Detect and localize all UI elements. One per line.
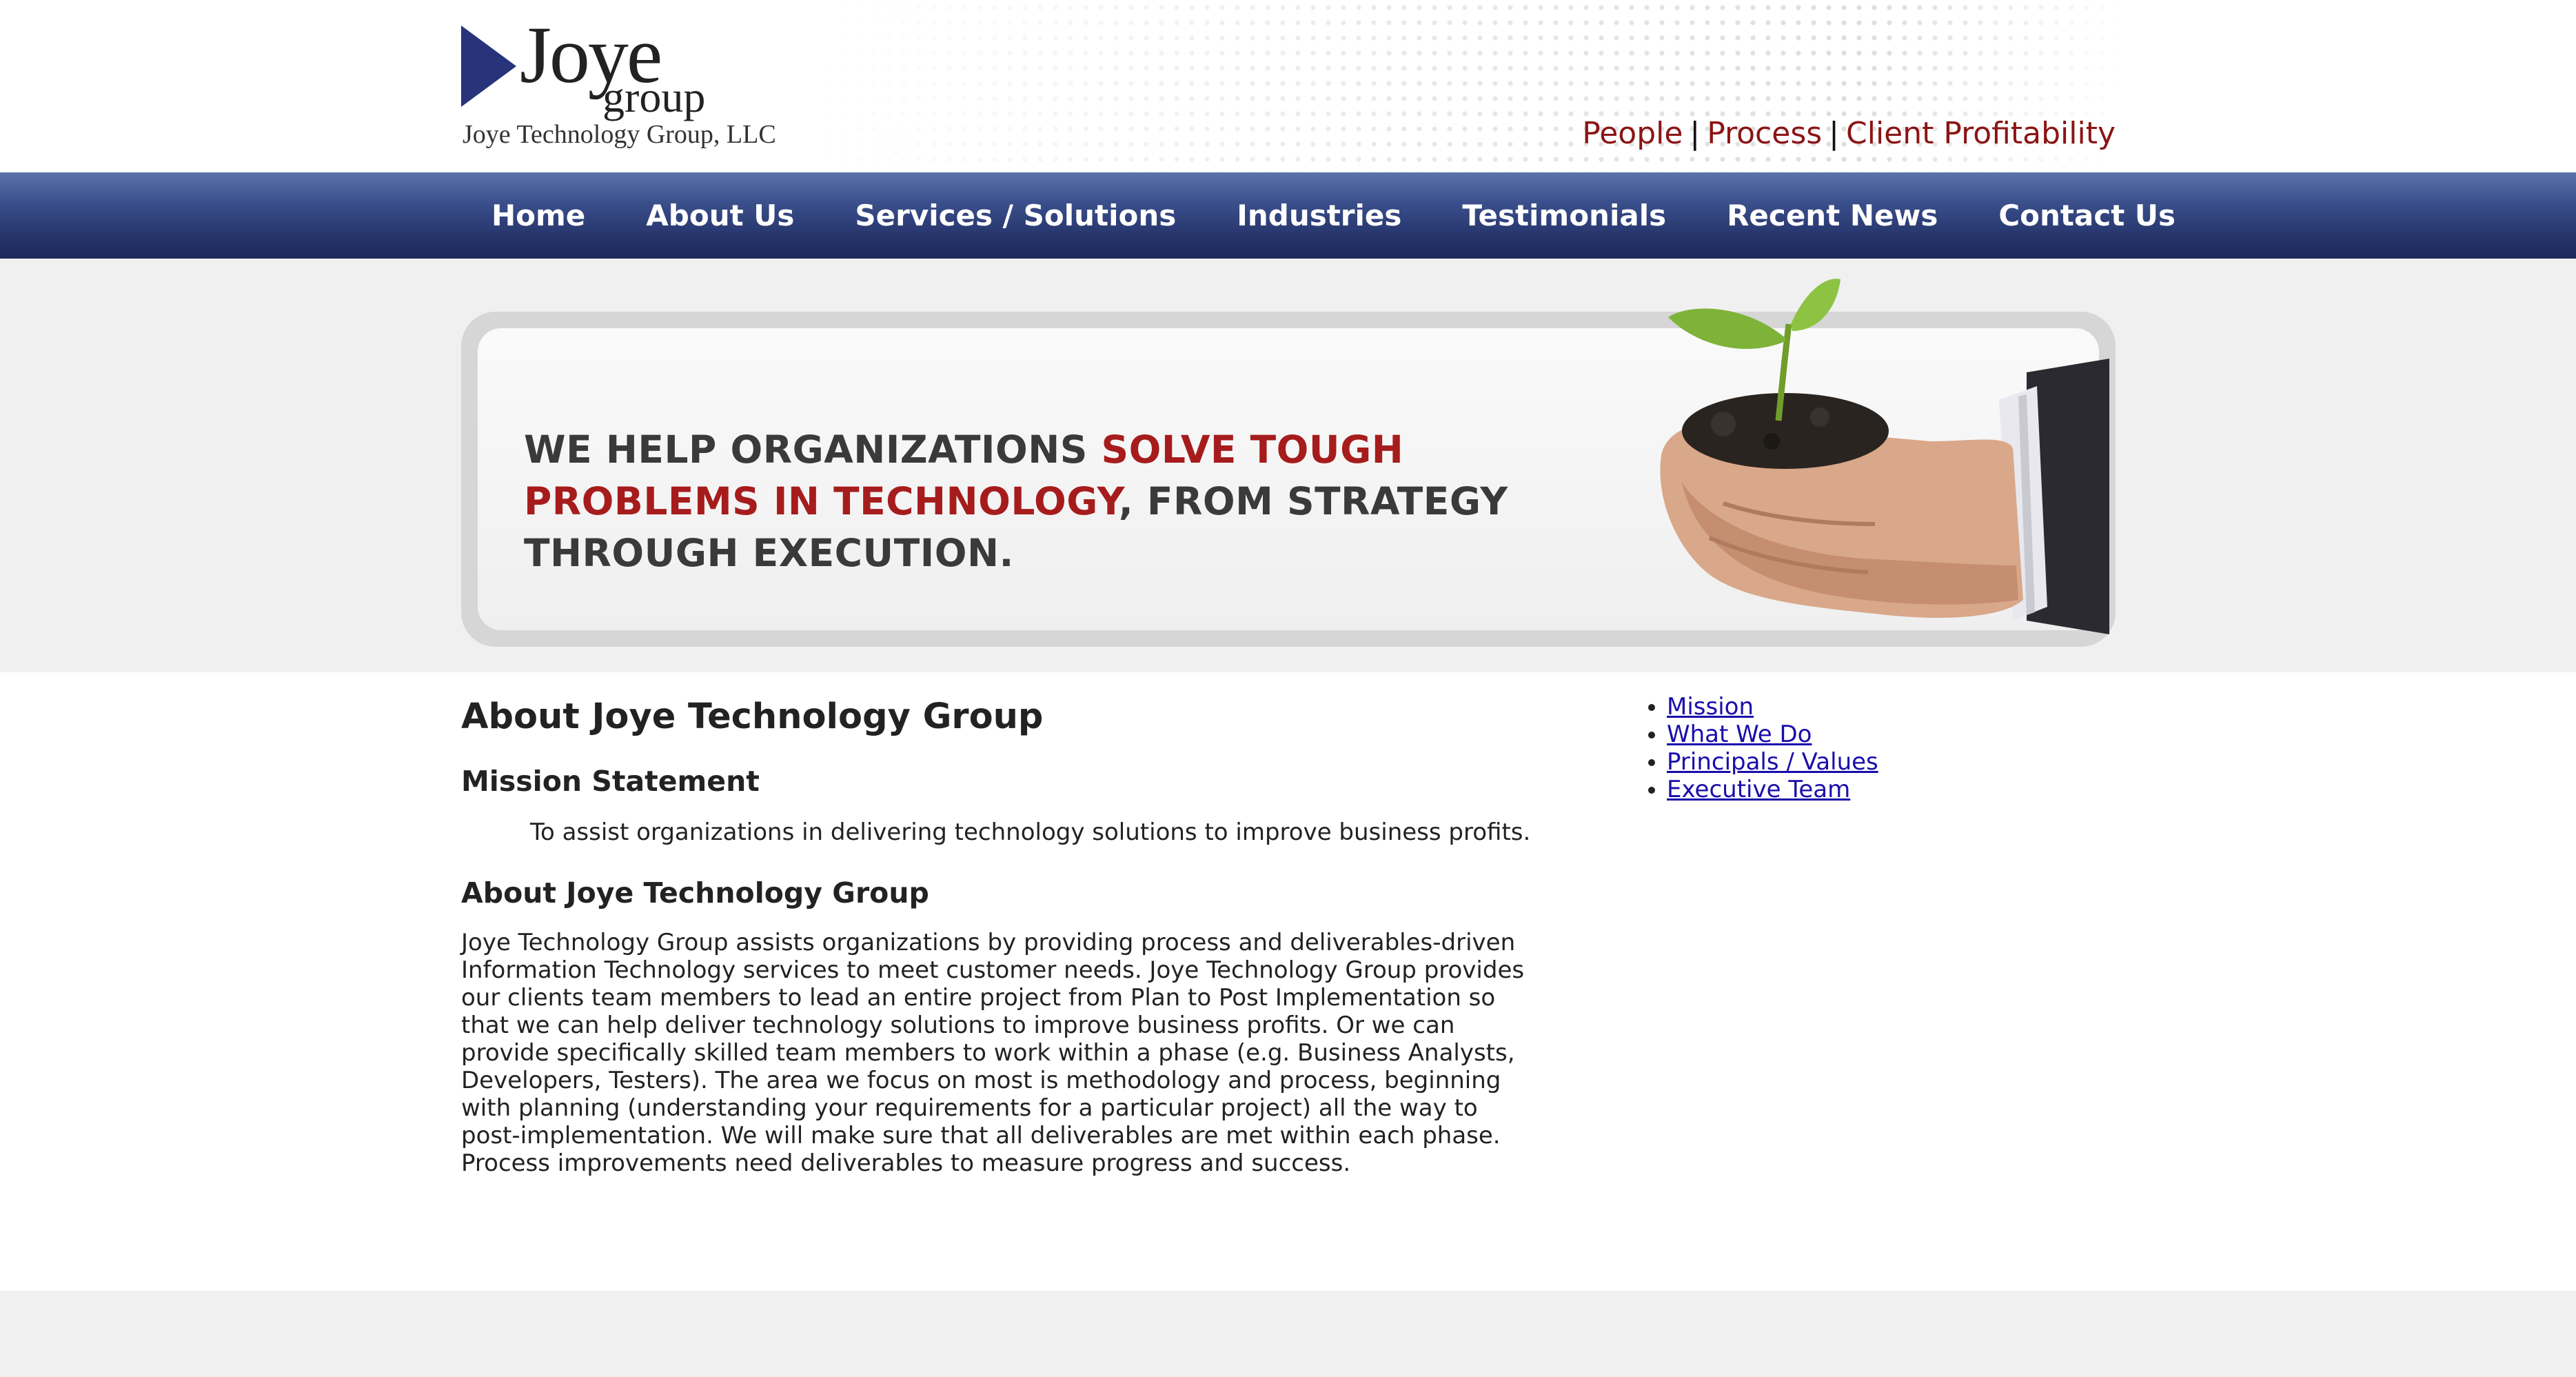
tagline-separator: | [1690,116,1701,151]
banner-headline: WE HELP ORGANIZATIONS SOLVE TOUGH PROBLE… [524,424,1627,579]
nav-services-solutions[interactable]: Services / Solutions [824,199,1206,232]
nav-industries[interactable]: Industries [1206,199,1432,232]
sidebar-links: Mission What We Do Principals / Values E… [1641,693,1878,803]
hands-holding-plant-image [1660,279,2109,634]
tagline: People | Process | Client Profitability [1582,116,2116,151]
mission-text: To assist organizations in delivering te… [530,818,1531,846]
sidebar-link-executive-team[interactable]: Executive Team [1667,776,1850,803]
tagline-client-profitability: Client Profitability [1846,116,2116,151]
page-footer [0,1291,2576,1377]
logo-triangle-icon [461,26,516,107]
joye-logo[interactable]: Joye group Joye Technology Group, LLC [461,14,776,155]
sidebar-link-principals-values[interactable]: Principals / Values [1667,748,1878,776]
logo-subtitle: Joye Technology Group, LLC [463,120,776,149]
about-heading: About Joye Technology Group [461,876,929,909]
main-nav: Home About Us Services / Solutions Indus… [0,172,2576,259]
tagline-process: Process [1707,116,1823,151]
nav-contact-us[interactable]: Contact Us [1968,199,2206,232]
nav-recent-news[interactable]: Recent News [1696,199,1968,232]
logo-small-word: group [602,72,706,121]
nav-testimonials[interactable]: Testimonials [1432,199,1696,232]
about-text: Joye Technology Group assists organizati… [461,929,1525,1177]
sidebar-item-executive-team: Executive Team [1667,776,1878,803]
nav-home[interactable]: Home [461,199,616,232]
tagline-separator: | [1829,116,1839,151]
main-content: About Joye Technology Group Mission Stat… [461,696,1537,1177]
site-header: Joye group Joye Technology Group, LLC Pe… [0,0,2576,172]
nav-about-us[interactable]: About Us [616,199,824,232]
tagline-people: People [1582,116,1683,151]
sidebar-item-principals-values: Principals / Values [1667,748,1878,776]
sidebar-link-what-we-do[interactable]: What We Do [1667,721,1812,748]
sidebar: Mission What We Do Principals / Values E… [1641,693,1878,803]
sidebar-item-mission: Mission [1667,693,1878,721]
page-title: About Joye Technology Group [461,696,1044,737]
mission-heading: Mission Statement [461,765,760,798]
banner-text-part1: WE HELP ORGANIZATIONS [524,428,1102,472]
sidebar-link-mission[interactable]: Mission [1667,693,1754,721]
sidebar-item-what-we-do: What We Do [1667,721,1878,748]
